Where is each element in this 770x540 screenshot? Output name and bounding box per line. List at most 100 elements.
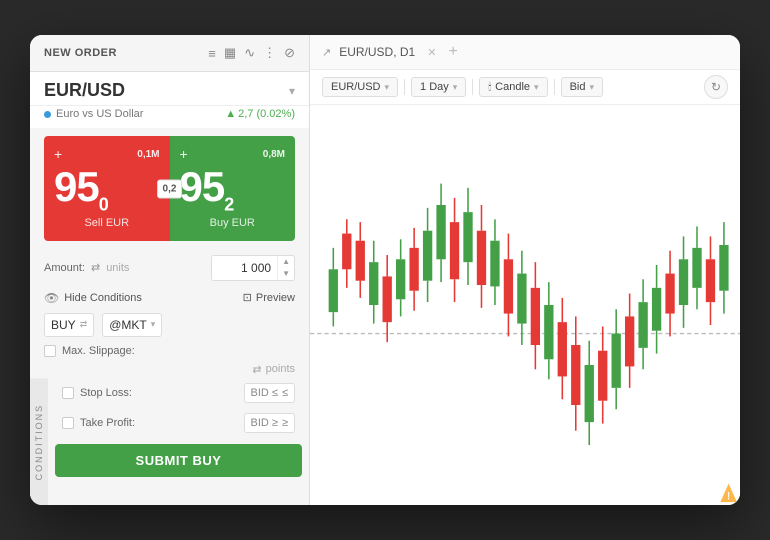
candlestick-chart: ! [310,105,740,505]
take-profit-checkbox[interactable] [62,417,74,429]
header-icons: ≡ ▦ ∿ ⋮ ⊘ [208,45,295,61]
bid-price-decimal: 0 [99,194,108,214]
filter-icon[interactable]: ≡ [208,46,216,61]
amount-label: Amount: [44,262,85,274]
amount-stepper: ▲ ▼ [277,256,294,279]
more-icon[interactable]: ⋮ [263,45,276,61]
units-label: units [106,262,129,274]
spread-badge: 0,2 [157,179,183,198]
symbol-row: EUR/USD ▾ [30,72,309,106]
stepper-up[interactable]: ▲ [278,256,294,268]
stepper-down[interactable]: ▼ [278,268,294,280]
ask-price-decimal: 2 [224,194,233,214]
ask-box[interactable]: + 0,8M 952 Buy EUR [170,136,296,241]
chart-area: ! [310,105,740,505]
symbol-desc-text: Euro vs US Dollar [56,108,143,120]
amount-row: Amount: ⇄ units ▲ ▼ [30,249,309,286]
svg-text:!: ! [727,490,730,503]
slippage-checkbox[interactable] [44,345,56,357]
submit-buy-button[interactable]: SUBMIT BUY [55,444,302,477]
ask-label: Buy EUR [180,217,286,229]
separator-2 [472,79,473,95]
conditions-section: CONDITIONS Stop Loss: BID ≤ ≤ Take Profi… [30,378,309,505]
chart-header: ↗ EUR/USD, D1 ✕ + [310,35,740,70]
chart-tab-label[interactable]: EUR/USD, D1 [339,45,415,59]
separator-1 [404,79,405,95]
symbol-select-arrow: ▾ [385,82,390,93]
take-profit-label: Take Profit: [80,417,135,429]
bid-price: 950 [54,166,160,213]
preview-box-icon: ⊡ [243,291,252,304]
at-mkt-select[interactable]: @MKT ▾ [102,313,162,337]
price-type-arrow: ▾ [589,82,594,93]
stop-loss-val: BID ≤ [251,387,278,399]
stop-loss-select[interactable]: BID ≤ ≤ [244,383,295,403]
amount-input[interactable] [212,257,277,279]
take-profit-row: Take Profit: BID ≥ ≥ [48,408,309,438]
candle-icon: 🕯 [488,82,491,93]
ask-top-row: + 0,8M [180,146,286,162]
symbol-name: EUR/USD [44,80,125,101]
symbol-description: Euro vs US Dollar [44,108,143,120]
close-tab-icon[interactable]: ✕ [427,46,436,59]
price-type-label: Bid [570,81,586,93]
slippage-row: Max. Slippage: [30,341,309,361]
points-row: ⇄ points [30,361,309,378]
hide-conditions-label: Hide Conditions [64,292,142,304]
eye-off-icon[interactable]: ⊘ [284,45,295,61]
chart-panel: ↗ EUR/USD, D1 ✕ + EUR/USD ▾ 1 Day ▾ 🕯 Ca… [310,35,740,505]
at-mkt-arrow: ▾ [151,319,156,330]
at-mkt-label: @MKT [109,318,147,332]
take-profit-arrow: ≥ [282,417,288,429]
status-dot [44,111,51,118]
amount-input-wrap: ▲ ▼ [211,255,295,280]
conditions-label: CONDITIONS [30,378,48,505]
eye-icon: 👁 [44,291,59,305]
bid-label: Sell EUR [54,217,160,229]
stop-loss-checkbox[interactable] [62,387,74,399]
hide-conditions[interactable]: 👁 Hide Conditions [44,291,142,305]
buy-select-arrow: ⇄ [80,319,88,330]
refresh-button[interactable]: ↻ [704,75,728,99]
chart-type-label: Candle [495,81,530,93]
chart-type-select[interactable]: 🕯 Candle ▾ [479,77,547,97]
chart-line-icon[interactable]: ∿ [244,45,255,61]
ask-amount: 0,8M [263,149,285,160]
refresh-icon: ↻ [711,80,721,94]
add-tab-icon[interactable]: + [448,43,457,61]
symbol-chevron-icon[interactable]: ▾ [289,84,295,98]
symbol-select-label: EUR/USD [331,81,381,93]
conditions-row: 👁 Hide Conditions ⊡ Preview [30,287,309,309]
slippage-label: Max. Slippage: [62,345,135,357]
timeframe-label: 1 Day [420,81,449,93]
ask-plus-icon[interactable]: + [180,146,188,162]
bid-amount: 0,1M [137,149,159,160]
price-type-select[interactable]: Bid ▾ [561,77,603,97]
timeframe-arrow: ▾ [453,82,458,93]
price-change: ▲ 2,7 (0.02%) [225,108,295,120]
buy-mkt-row: BUY ⇄ @MKT ▾ [30,309,309,341]
take-profit-val: BID ≥ [251,417,278,429]
chart-type-arrow: ▾ [534,82,539,93]
preview-label: Preview [256,292,295,304]
bid-box[interactable]: + 0,1M 950 Sell EUR [44,136,170,241]
buy-select-label: BUY [51,318,76,332]
price-change-arrow: ▲ [225,108,236,120]
preview-button[interactable]: ⊡ Preview [243,291,295,304]
symbol-toolbar-select[interactable]: EUR/USD ▾ [322,77,398,97]
bid-top-row: + 0,1M [54,146,160,162]
panel-title: NEW ORDER [44,47,117,59]
bid-plus-icon[interactable]: + [54,146,62,162]
bid-price-big: 95 [54,163,99,210]
chart-tab-icon: ↗ [322,46,331,59]
buy-select[interactable]: BUY ⇄ [44,313,94,337]
chart-toolbar: EUR/USD ▾ 1 Day ▾ 🕯 Candle ▾ Bid ▾ ↻ [310,70,740,105]
stop-loss-arrow: ≤ [282,387,288,399]
symbol-desc-row: Euro vs US Dollar ▲ 2,7 (0.02%) [30,106,309,128]
take-profit-select[interactable]: BID ≥ ≥ [244,413,295,433]
table-icon[interactable]: ▦ [224,45,236,61]
price-change-value: 2,7 (0.02%) [238,108,295,120]
swap-icon: ⇄ [91,261,100,274]
timeframe-select[interactable]: 1 Day ▾ [411,77,466,97]
stop-loss-row: Stop Loss: BID ≤ ≤ [48,378,309,408]
